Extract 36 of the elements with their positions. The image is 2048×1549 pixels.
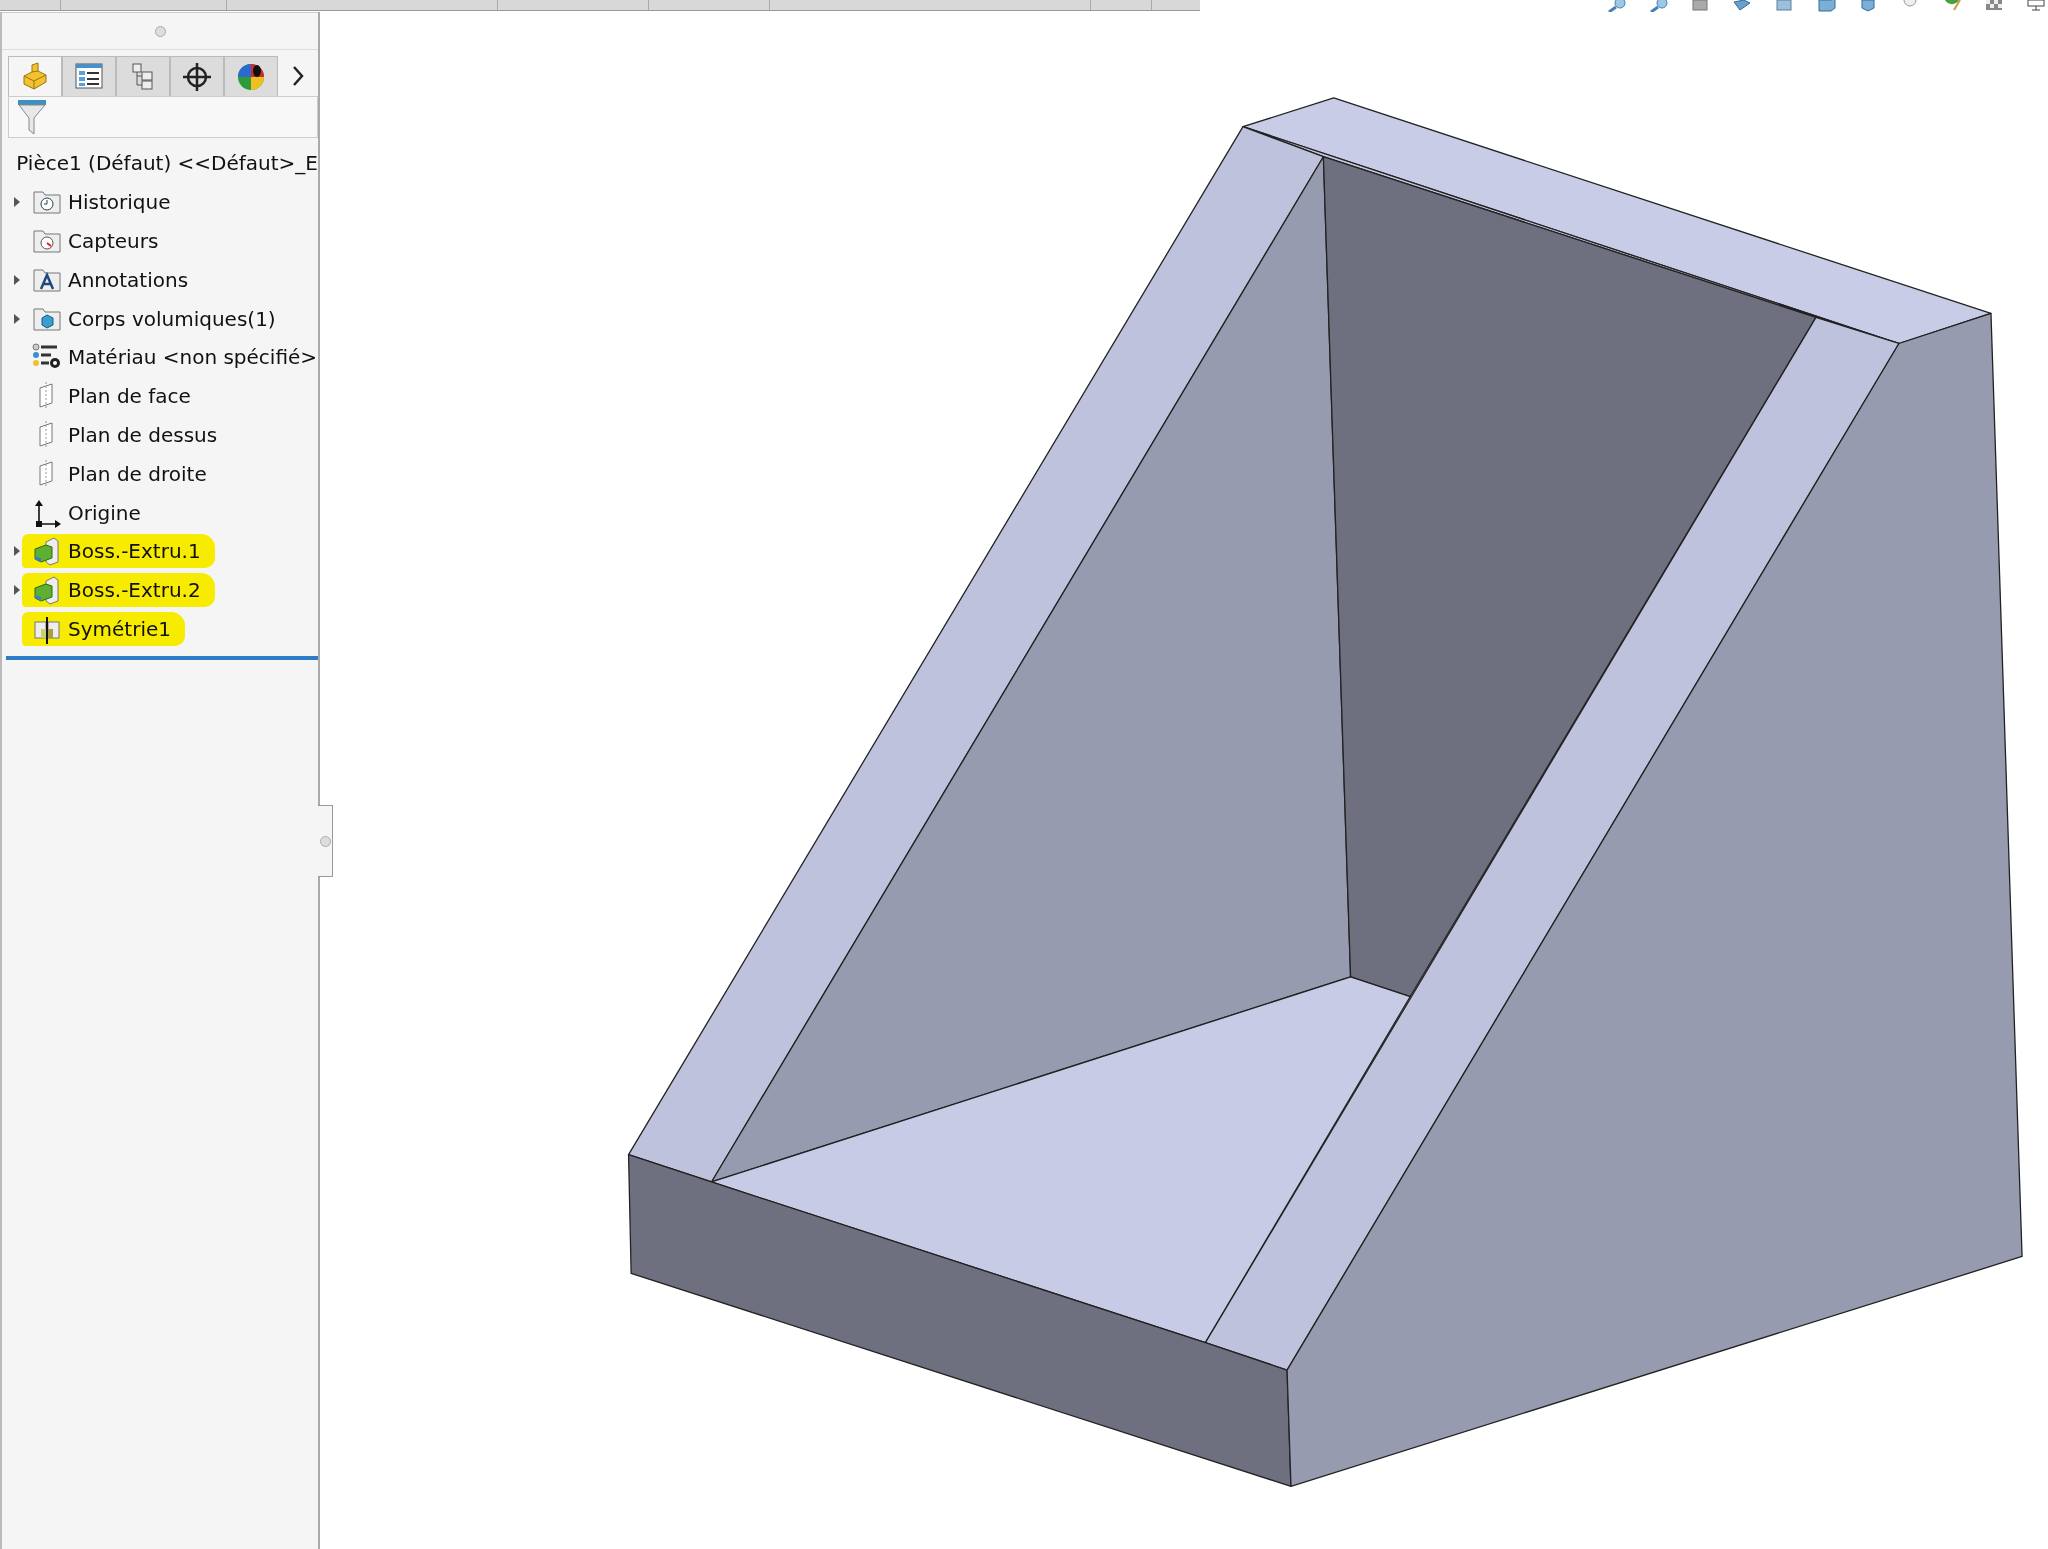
tree-item[interactable]: Pièce1 (Défaut) <<Défaut>_E bbox=[16, 150, 318, 177]
tree-item[interactable]: Plan de dessus bbox=[68, 421, 218, 448]
tree-item[interactable]: Plan de face bbox=[68, 383, 191, 410]
property-list-icon bbox=[74, 61, 104, 92]
expand-arrow-icon[interactable] bbox=[13, 584, 21, 597]
expand-arrow-icon[interactable] bbox=[13, 545, 21, 558]
chevron-right-icon bbox=[291, 65, 305, 87]
extrude-feature-icon bbox=[32, 536, 62, 567]
monitor-icon[interactable] bbox=[2026, 0, 2046, 12]
part-icon bbox=[20, 61, 50, 92]
tree-item[interactable]: Plan de droite bbox=[68, 460, 207, 487]
filter-icon bbox=[17, 99, 47, 135]
panel-tab[interactable] bbox=[224, 56, 278, 96]
expand-arrow-icon[interactable] bbox=[13, 312, 21, 325]
tree-item[interactable]: Boss.-Extru.2 bbox=[68, 577, 201, 604]
magnifier-icon[interactable] bbox=[1648, 0, 1668, 12]
tree-item[interactable]: Annotations bbox=[68, 266, 189, 293]
expand-arrow-icon[interactable] bbox=[13, 273, 21, 286]
tree-item[interactable]: Origine bbox=[68, 499, 141, 526]
expand-arrow-icon[interactable] bbox=[13, 196, 21, 209]
appearance-icon[interactable] bbox=[1942, 0, 1962, 12]
crosshair-icon bbox=[182, 61, 212, 92]
tree-item[interactable]: Corps volumiques(1) bbox=[68, 305, 276, 332]
panel-tab[interactable] bbox=[62, 56, 116, 96]
magnifier-icon[interactable] bbox=[1606, 0, 1626, 12]
panel-grip-handle[interactable] bbox=[154, 25, 166, 37]
tree-item[interactable]: Capteurs bbox=[68, 228, 159, 254]
tree-item[interactable]: Symétrie1 bbox=[68, 615, 171, 642]
scene-icon[interactable] bbox=[1984, 0, 2004, 12]
appearance-sphere-icon bbox=[236, 61, 266, 92]
extrude-feature-icon bbox=[32, 575, 62, 606]
tree-item[interactable]: Historique bbox=[68, 189, 171, 216]
panel-tab[interactable] bbox=[170, 56, 224, 96]
tree-item[interactable]: Matériau <non spécifié> bbox=[68, 344, 318, 371]
tree-item[interactable]: Boss.-Extru.1 bbox=[68, 538, 201, 565]
panel-collapse-handle[interactable] bbox=[318, 805, 333, 877]
